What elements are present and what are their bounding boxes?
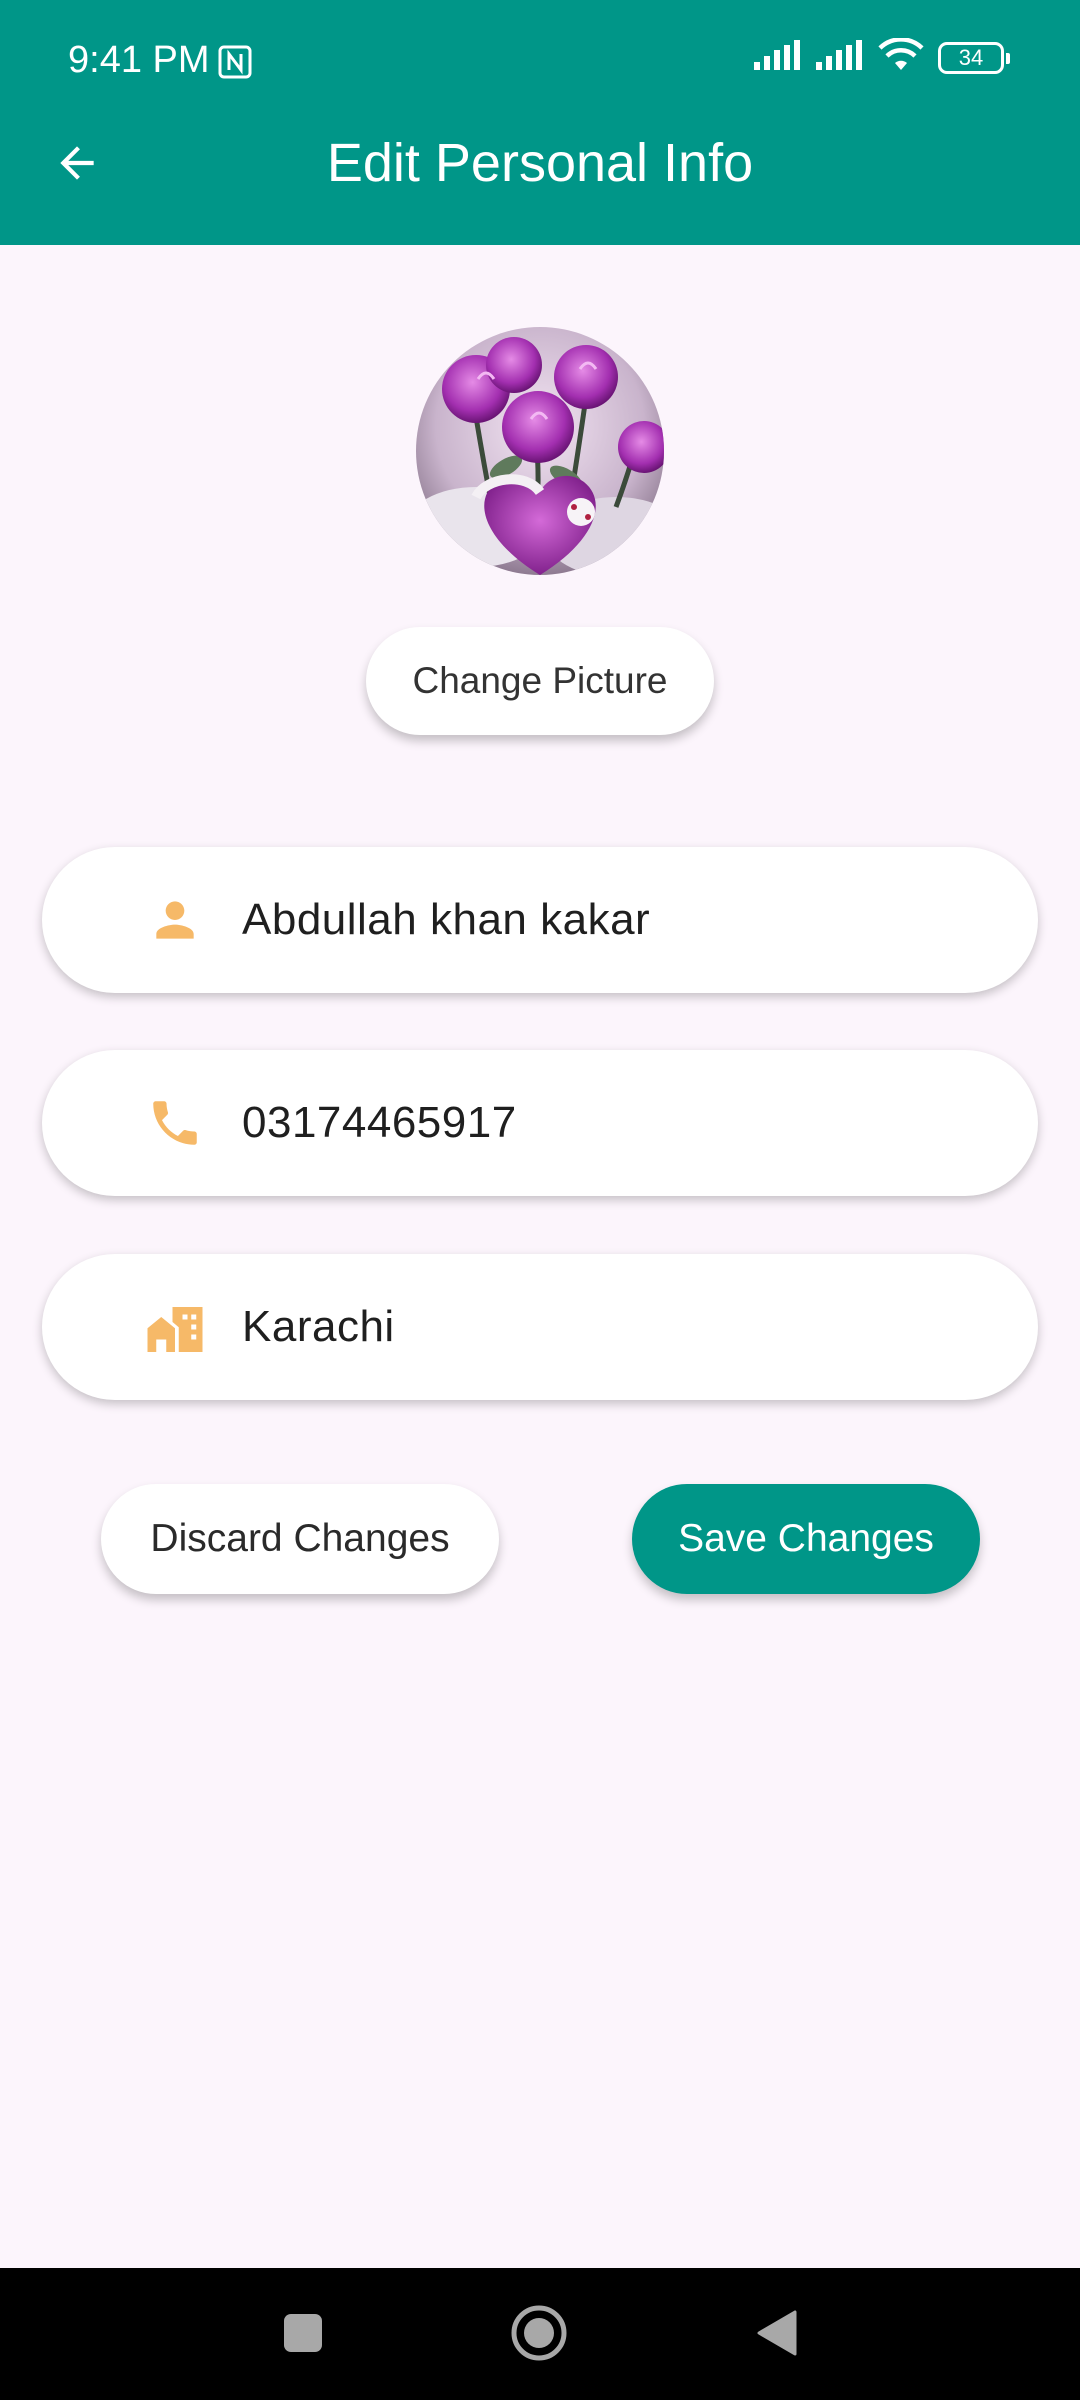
discard-changes-label: Discard Changes: [150, 1517, 450, 1560]
person-icon: [145, 890, 205, 950]
recents-icon: [284, 2314, 322, 2352]
status-bar-time: 9:41 PM: [68, 36, 252, 84]
change-picture-button[interactable]: Change Picture: [366, 627, 714, 735]
discard-changes-button[interactable]: Discard Changes: [101, 1484, 499, 1594]
city-icon: [145, 1297, 205, 1357]
nfc-icon: [218, 43, 252, 79]
page-title: Edit Personal Info: [326, 133, 754, 193]
name-field[interactable]: Abdullah khan kakar: [42, 847, 1038, 993]
back-triangle-icon: [757, 2310, 797, 2356]
city-field[interactable]: Karachi: [42, 1254, 1038, 1400]
save-changes-label: Save Changes: [678, 1517, 934, 1560]
signal-icon: [816, 40, 864, 75]
battery-icon: 34: [938, 41, 1010, 74]
phone-icon: [145, 1093, 205, 1153]
home-button[interactable]: [494, 2288, 584, 2378]
nav-back-button[interactable]: [732, 2288, 822, 2378]
time-text: 9:41 PM: [68, 39, 210, 81]
city-value: Karachi: [242, 1302, 395, 1351]
phone-field[interactable]: 03174465917: [42, 1050, 1038, 1196]
app-header: 9:41 PM 34 Edit Personal Info: [0, 0, 1080, 245]
system-nav-bar: [0, 2268, 1080, 2400]
save-changes-button[interactable]: Save Changes: [632, 1484, 980, 1594]
home-icon: [511, 2305, 567, 2361]
battery-level: 34: [958, 44, 984, 70]
avatar: [416, 327, 664, 575]
signal-icon: [754, 40, 802, 75]
phone-value: 03174465917: [242, 1098, 517, 1147]
status-bar-icons: 34: [754, 37, 1010, 77]
change-picture-label: Change Picture: [412, 660, 668, 701]
wifi-icon: [878, 37, 924, 77]
name-value: Abdullah khan kakar: [242, 895, 651, 944]
recents-button[interactable]: [258, 2288, 348, 2378]
